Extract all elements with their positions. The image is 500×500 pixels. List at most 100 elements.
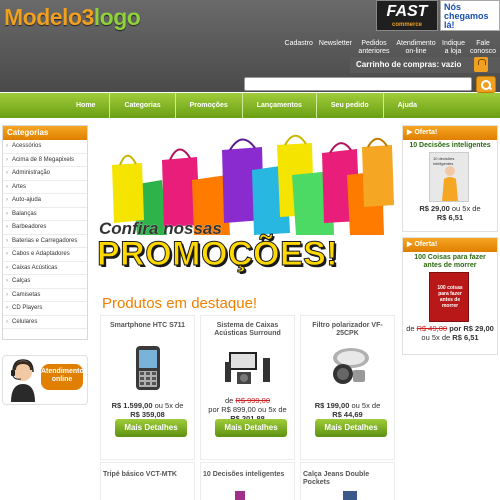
main-nav: Home Categorias Promoções Lançamentos Se… [0, 93, 500, 118]
jeans-image[interactable] [343, 491, 357, 500]
product-price: R$ 199,00 ou 5x de R$ 44,69 [301, 401, 394, 419]
search-icon[interactable] [476, 76, 496, 93]
category-item[interactable]: Calças [3, 275, 87, 289]
product-name[interactable]: Smartphone HTC S711 [101, 322, 194, 330]
link-newsletter[interactable]: Newsletter [319, 40, 352, 56]
cart-label[interactable]: Carrinho de compras: vazio [356, 60, 461, 69]
offer-header-label: Oferta! [414, 241, 438, 248]
price-value: por R$ 899,00 [208, 405, 256, 414]
shopping-bag-icon[interactable] [474, 57, 488, 72]
price-value: R$ 199,00 [314, 401, 350, 410]
offer-product-name[interactable]: 10 Decisões inteligentes [403, 140, 497, 152]
offer-box: ▶ Oferta! 10 Decisões inteligentes 10 de… [402, 125, 498, 232]
category-item[interactable]: Balanças [3, 208, 87, 221]
category-item[interactable]: Camisetas [3, 289, 87, 302]
old-price-prefix: de [224, 396, 234, 405]
online-support-banner[interactable]: Atendimento online [2, 355, 88, 405]
link-indique-loja[interactable]: Indique a loja [442, 40, 465, 56]
product-name[interactable]: 10 Decisões inteligentes [201, 471, 294, 479]
news-badge[interactable]: Nós chegamos lá! [440, 0, 500, 31]
fast-commerce-badge[interactable]: FAST commerce [376, 0, 438, 31]
price-conjunction: ou 5x de [154, 401, 184, 410]
link-atendimento-online[interactable]: Atendimento on-line [396, 40, 436, 56]
old-price: R$ 49,00 [416, 324, 448, 333]
category-item[interactable]: Administração [3, 167, 87, 181]
fast-badge-title: FAST [386, 3, 428, 20]
product-name[interactable]: Calça Jeans Double Pockets [301, 471, 394, 487]
more-details-button[interactable]: Mais Detalhes [115, 419, 187, 437]
price-value: R$ 29,00 [419, 204, 450, 213]
offer-price: de R$ 49,00 por R$ 29,00 ou 5x de R$ 6,5… [403, 324, 497, 342]
book-cover-image[interactable] [235, 491, 245, 500]
price-conjunction: ou 5x de [451, 204, 481, 213]
price-conjunction: ou 5x de [257, 405, 287, 414]
book-cover-title: 100 coisas para fazer antes de morrer [437, 285, 463, 309]
support-bubble: Atendimento online [41, 364, 84, 390]
search-input[interactable] [244, 77, 472, 91]
installment-value: R$ 6,51 [436, 213, 464, 222]
category-item[interactable]: Baterias e Carregadores [3, 235, 87, 248]
offer-header: ▶ Oferta! [403, 126, 497, 140]
offer-price: R$ 29,00 ou 5x de R$ 6,51 [403, 204, 497, 222]
category-item[interactable]: Acima de 8 Megapixels [3, 154, 87, 167]
product-name[interactable]: Filtro polarizador VF-25CPK [301, 322, 394, 338]
category-item[interactable]: Caixas Acústicas [3, 262, 87, 275]
offer-product-name[interactable]: 100 Coisas para fazer antes de morrer [403, 252, 497, 272]
polarizing-filter-image[interactable] [323, 344, 373, 390]
old-price: R$ 999,00 [235, 396, 271, 405]
categories-sidebar: Categorias Acessórios Acima de 8 Megapix… [2, 125, 88, 340]
categories-title: Categorias [3, 126, 87, 140]
link-pedidos-anteriores[interactable]: Pedidos anteriores [358, 40, 390, 56]
installment-value: R$ 359,08 [130, 410, 165, 419]
page: Modelo3logo FAST commerce Nós chegamos l… [0, 0, 500, 500]
product-card: Smartphone HTC S711 R$ 1.599,00 ou 5x de… [100, 315, 195, 460]
category-item[interactable]: Artes [3, 181, 87, 194]
price-conjunction: ou 5x de [351, 401, 381, 410]
offer-box: ▶ Oferta! 100 Coisas para fazer antes de… [402, 237, 498, 355]
product-name[interactable]: Tripé básico VCT-MTK [101, 471, 194, 479]
smartphone-image[interactable] [128, 344, 168, 392]
category-item[interactable]: Celulares [3, 316, 87, 329]
category-item[interactable]: Acessórios [3, 140, 87, 154]
product-card: Tripé básico VCT-MTK [100, 462, 195, 500]
installment-value: R$ 6,51 [452, 333, 479, 342]
category-item[interactable]: Barbeadores [3, 221, 87, 235]
product-price: R$ 1.599,00 ou 5x de R$ 359,08 [101, 401, 194, 419]
promo-title: PROMOÇÕES! [96, 235, 339, 274]
category-item[interactable]: Cabos e Adaptadores [3, 248, 87, 262]
support-agent-icon [11, 359, 35, 402]
category-item[interactable]: Auto-ajuda [3, 194, 87, 208]
product-card: Calça Jeans Double Pockets [300, 462, 395, 500]
nav-seu-pedido[interactable]: Seu pedido [317, 93, 384, 118]
book-cover-image[interactable]: 10 decisões inteligentes [429, 152, 469, 202]
top-links: Cadastro Newsletter Pedidos anteriores A… [285, 40, 497, 56]
nav-ajuda[interactable]: Ajuda [384, 93, 431, 118]
installment-value: R$ 44,69 [332, 410, 363, 419]
nav-categorias[interactable]: Categorias [110, 93, 176, 118]
old-price-prefix: de [406, 324, 415, 333]
promo-banner[interactable]: Confira nossas PROMOÇÕES! [92, 125, 397, 290]
link-fale-conosco[interactable]: Fale conosco [470, 40, 496, 56]
price-value: R$ 1.599,00 [111, 401, 153, 410]
book-cover-figure [442, 166, 458, 201]
nav-promocoes[interactable]: Promoções [176, 93, 243, 118]
more-details-button[interactable]: Mais Detalhes [215, 419, 287, 437]
product-name[interactable]: Sistema de Caixas Acústicas Surround [201, 322, 294, 338]
nav-lancamentos[interactable]: Lançamentos [243, 93, 317, 118]
logo-text-a: Modelo3 [4, 4, 94, 30]
logo[interactable]: Modelo3logo [4, 4, 141, 31]
featured-products-title: Produtos em destaque! [102, 295, 258, 312]
support-line2: online [51, 376, 73, 383]
link-cadastro[interactable]: Cadastro [285, 40, 313, 56]
category-item[interactable]: CD Players [3, 302, 87, 316]
nav-home[interactable]: Home [62, 93, 111, 118]
more-details-button[interactable]: Mais Detalhes [315, 419, 387, 437]
support-line1: Atendimento [41, 368, 84, 375]
speaker-system-image[interactable] [223, 348, 273, 388]
header: Modelo3logo FAST commerce Nós chegamos l… [0, 0, 500, 93]
product-card: Filtro polarizador VF-25CPK R$ 199,00 ou… [300, 315, 395, 460]
product-card: Sistema de Caixas Acústicas Surround de … [200, 315, 295, 460]
offer-header: ▶ Oferta! [403, 238, 497, 252]
price-value: por R$ 29,00 [449, 324, 494, 333]
book-cover-image[interactable]: 100 coisas para fazer antes de morrer [429, 272, 469, 322]
